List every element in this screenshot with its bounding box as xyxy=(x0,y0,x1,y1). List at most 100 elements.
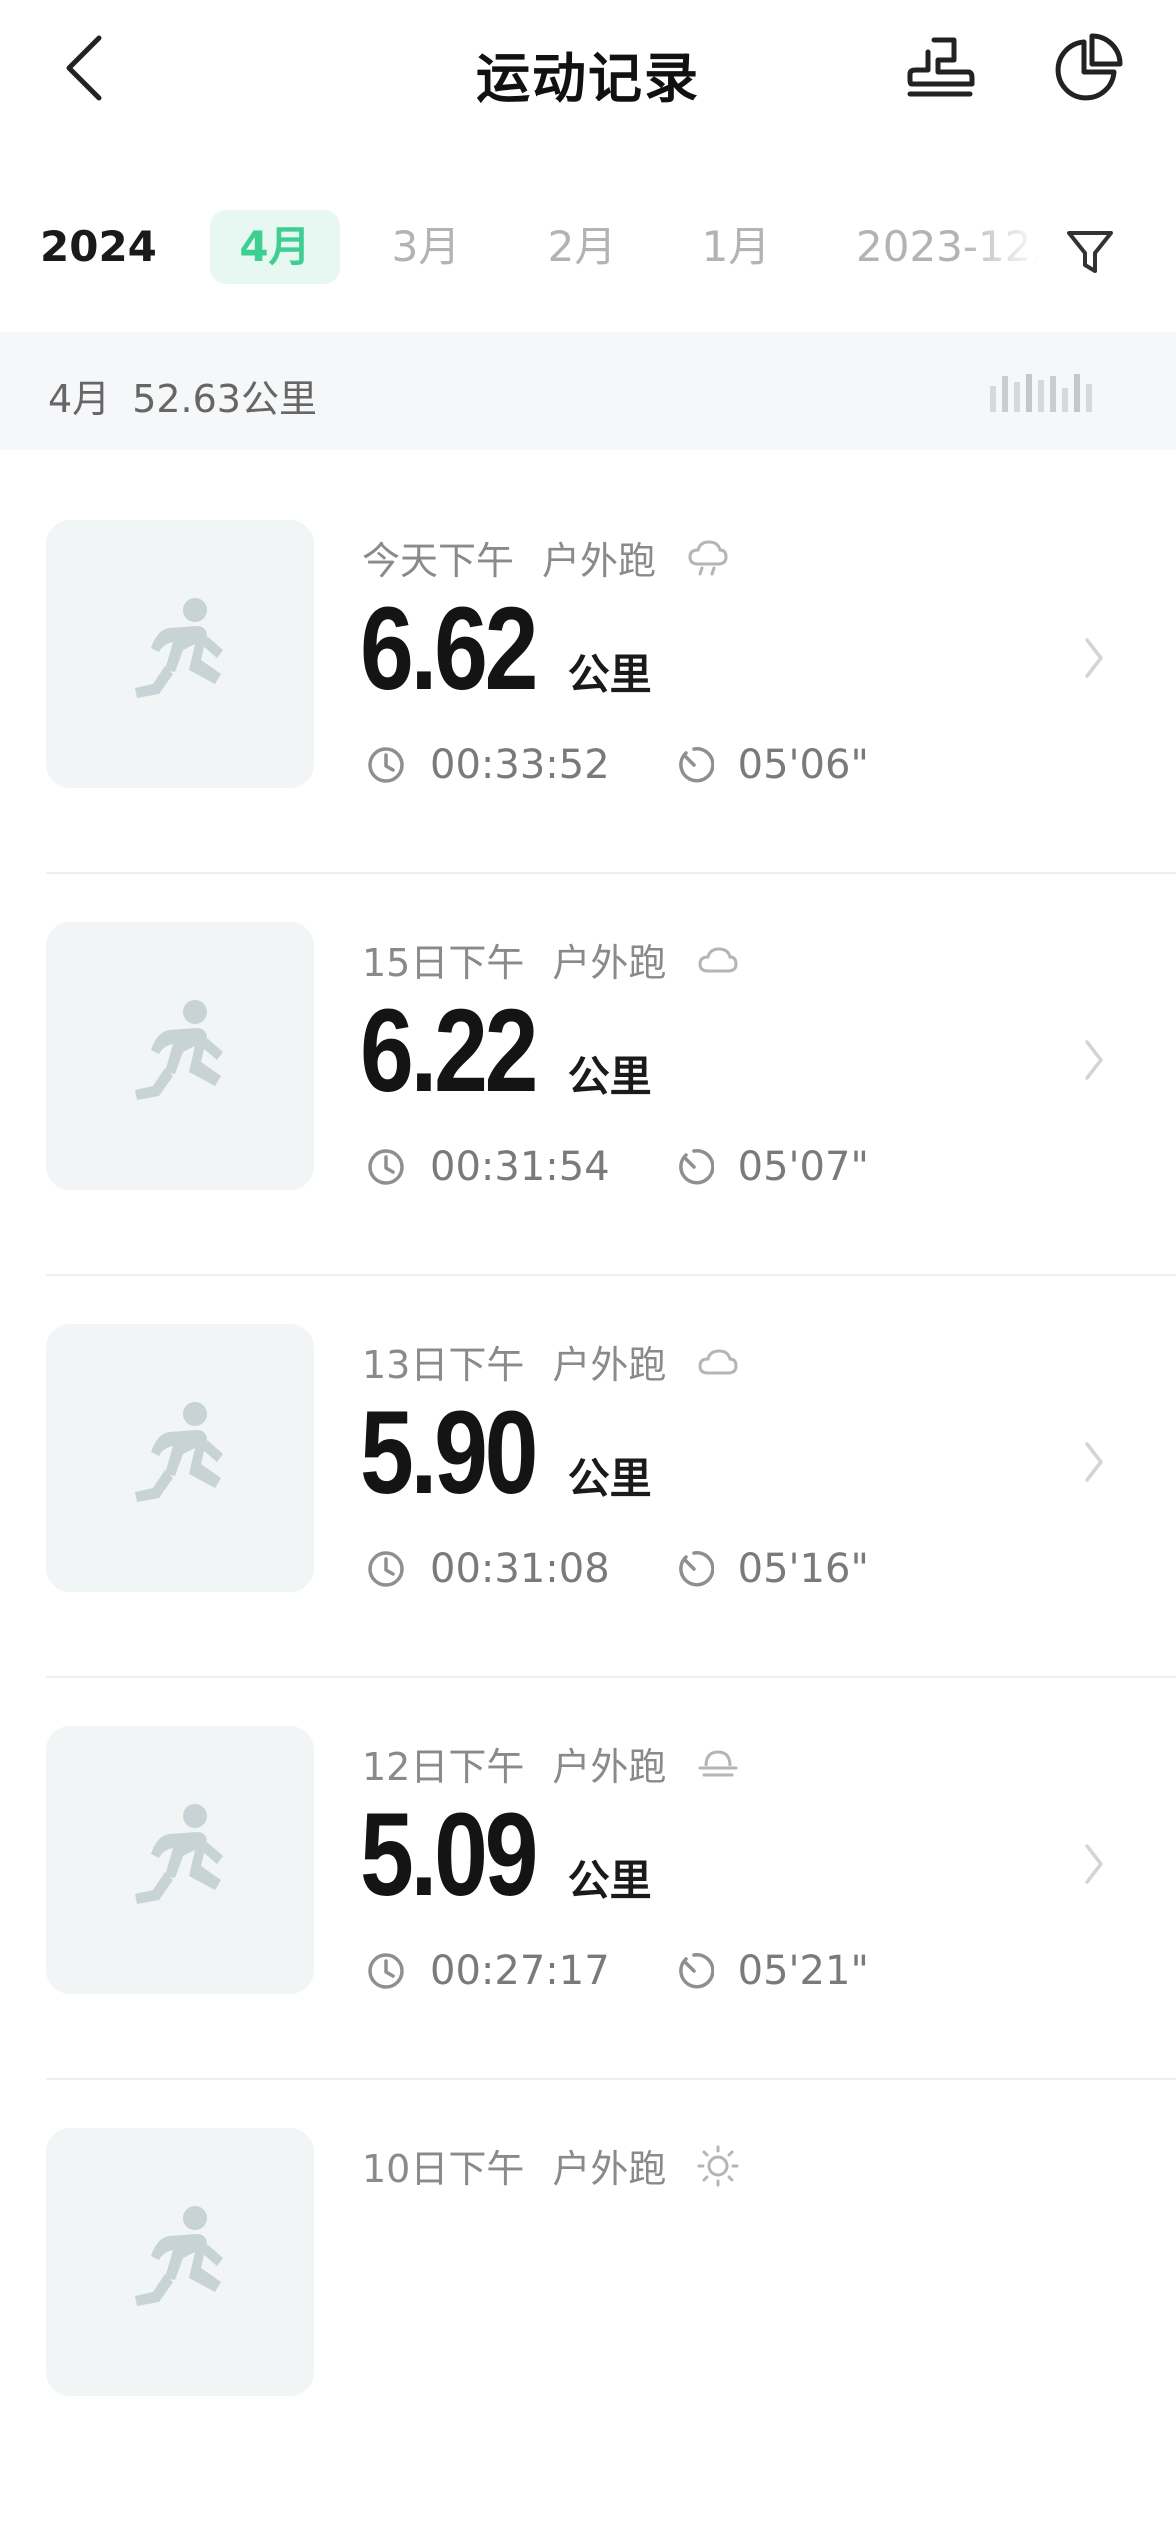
mini-bar xyxy=(1014,382,1020,412)
distance-value: 5.09 xyxy=(360,1789,538,1921)
header: 运动记录 xyxy=(0,0,1176,150)
runner-icon xyxy=(135,1402,223,1502)
duration-value: 00:31:54 xyxy=(430,1144,610,1190)
record-date: 今天下午 xyxy=(362,539,515,583)
clock-icon xyxy=(368,1149,404,1185)
record-stats: 00:27:17 05'21" xyxy=(366,1948,869,1994)
tabs-fade xyxy=(960,204,1060,294)
record-type: 户外跑 xyxy=(552,1343,667,1387)
pace-value: 05'16" xyxy=(737,1546,869,1592)
pace-stat: 05'06" xyxy=(674,742,869,788)
sun-icon xyxy=(696,2144,740,2188)
filter-icon xyxy=(1067,231,1113,273)
record-type: 户外跑 xyxy=(542,539,657,583)
record-meta: 12日下午 户外跑 xyxy=(362,1736,740,1791)
pace-stat: 05'21" xyxy=(674,1948,869,1994)
record-distance: 5.90 公里 xyxy=(360,1394,652,1512)
record-meta: 15日下午 户外跑 xyxy=(362,932,740,987)
runner-icon xyxy=(135,1804,223,1904)
record-meta: 13日下午 户外跑 xyxy=(362,1334,740,1389)
pace-value: 05'21" xyxy=(737,1948,869,1994)
distance-unit: 公里 xyxy=(567,1454,652,1503)
mini-bar xyxy=(1074,374,1080,412)
distance-value: 5.90 xyxy=(360,1387,538,1519)
runner-icon xyxy=(135,2206,223,2306)
chevron-right-icon[interactable] xyxy=(1074,1030,1114,1090)
record-stats: 00:33:52 05'06" xyxy=(366,742,869,788)
record-item[interactable]: 13日下午 户外跑 5.90 公里 00:31:08 05'16" xyxy=(0,1324,1176,1726)
record-type: 户外跑 xyxy=(552,1745,667,1789)
record-divider xyxy=(46,872,1176,874)
summary-mini-chart xyxy=(990,372,1092,412)
record-type: 户外跑 xyxy=(552,2147,667,2191)
month-tabs: 2024 4月 3月 2月 1月 2023-12月 xyxy=(0,204,1176,294)
record-divider xyxy=(46,2078,1176,2080)
mini-bar xyxy=(1026,374,1032,412)
duration-stat: 00:33:52 xyxy=(366,742,610,788)
chevron-right-icon[interactable] xyxy=(1074,628,1114,688)
record-date: 10日下午 xyxy=(362,2147,525,2191)
record-distance: 6.22 公里 xyxy=(360,992,652,1110)
record-divider xyxy=(46,1676,1176,1678)
record-type: 户外跑 xyxy=(552,941,667,985)
pace-timer-icon xyxy=(678,1550,714,1587)
runner-icon xyxy=(135,598,223,698)
tab-month-1[interactable]: 1月 xyxy=(676,210,796,284)
record-date: 15日下午 xyxy=(362,941,525,985)
distance-value: 6.22 xyxy=(360,985,538,1117)
duration-value: 00:33:52 xyxy=(430,742,610,788)
record-divider xyxy=(46,1274,1176,1276)
tab-month-2[interactable]: 2月 xyxy=(522,210,642,284)
record-item[interactable]: 12日下午 户外跑 5.09 公里 00:27:17 05'21" xyxy=(0,1726,1176,2128)
month-summary: 4月 52.63公里 xyxy=(0,332,1176,450)
duration-stat: 00:27:17 xyxy=(366,1948,610,1994)
clock-icon xyxy=(368,1953,404,1989)
shoe-button[interactable] xyxy=(900,28,980,108)
route-thumbnail xyxy=(46,1324,314,1592)
route-thumbnail xyxy=(46,1726,314,1994)
record-distance: 6.62 公里 xyxy=(360,590,652,708)
distance-unit: 公里 xyxy=(567,1052,652,1101)
record-stats: 00:31:08 05'16" xyxy=(366,1546,869,1592)
rain-cloud-icon xyxy=(686,538,730,578)
mini-bar xyxy=(990,386,996,412)
record-item[interactable]: 10日下午 户外跑 xyxy=(0,2128,1176,2530)
chevron-right-icon[interactable] xyxy=(1074,1834,1114,1894)
tab-month-3[interactable]: 3月 xyxy=(366,210,486,284)
clock-icon xyxy=(368,1551,404,1587)
chevron-right-icon[interactable] xyxy=(1074,1432,1114,1492)
runner-icon xyxy=(135,1000,223,1100)
distance-value: 6.62 xyxy=(360,583,538,715)
cloud-icon xyxy=(696,1345,740,1379)
mini-bar xyxy=(1062,388,1068,412)
record-meta: 10日下午 户外跑 xyxy=(362,2138,740,2193)
statistics-button[interactable] xyxy=(1048,28,1128,108)
distance-unit: 公里 xyxy=(567,650,652,699)
shoe-icon xyxy=(907,37,975,97)
summary-total: 52.63公里 xyxy=(132,377,317,421)
pace-timer-icon xyxy=(678,746,714,783)
year-label: 2024 xyxy=(40,222,157,271)
route-thumbnail xyxy=(46,922,314,1190)
cloud-icon xyxy=(696,943,740,977)
pace-stat: 05'16" xyxy=(674,1546,869,1592)
haze-icon xyxy=(696,1746,740,1782)
route-thumbnail xyxy=(46,2128,314,2396)
summary-text: 4月 52.63公里 xyxy=(48,368,317,423)
record-meta: 今天下午 户外跑 xyxy=(362,530,730,585)
mini-bar xyxy=(1086,384,1092,412)
mini-bar xyxy=(1038,380,1044,412)
record-item[interactable]: 今天下午 户外跑 6.62 公里 00:33:52 05'06" xyxy=(0,520,1176,922)
duration-stat: 00:31:08 xyxy=(366,1546,610,1592)
record-item[interactable]: 15日下午 户外跑 6.22 公里 00:31:54 05'07" xyxy=(0,922,1176,1324)
record-distance: 5.09 公里 xyxy=(360,1796,652,1914)
filter-button[interactable] xyxy=(1052,214,1128,290)
tab-month-4[interactable]: 4月 xyxy=(210,210,340,284)
record-stats: 00:31:54 05'07" xyxy=(366,1144,869,1190)
pace-timer-icon xyxy=(678,1952,714,1989)
record-date: 13日下午 xyxy=(362,1343,525,1387)
pace-value: 05'07" xyxy=(737,1144,869,1190)
duration-value: 00:27:17 xyxy=(430,1948,610,1994)
mini-bar xyxy=(1002,376,1008,412)
page-title: 运动记录 xyxy=(476,47,700,110)
